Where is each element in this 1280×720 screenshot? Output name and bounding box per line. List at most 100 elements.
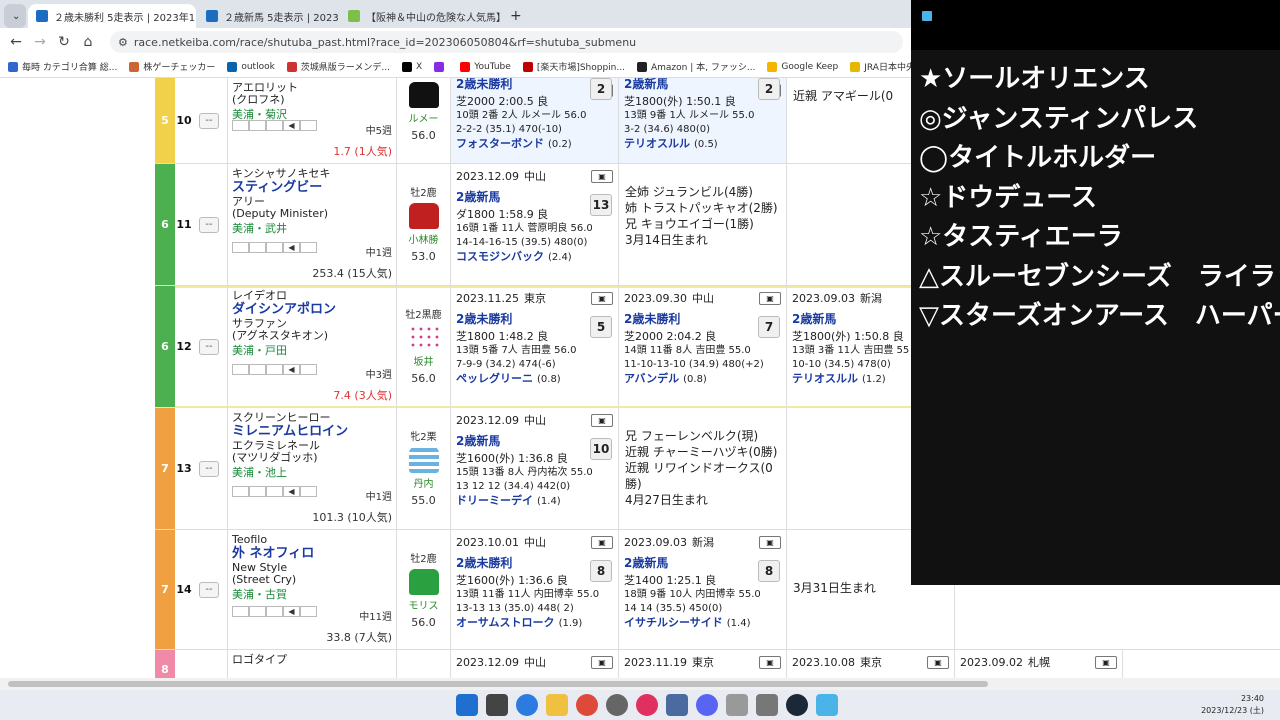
video-icon[interactable]: ▣	[1094, 656, 1117, 669]
bookmark-label: Google Keep	[781, 61, 839, 72]
race-venue: 新潟	[691, 536, 714, 549]
pick-line: ◎ジャンスティンパレス	[919, 103, 1199, 134]
chrome-icon[interactable]	[576, 694, 598, 716]
bookmark-item[interactable]: X	[402, 61, 422, 72]
bookmark-item[interactable]	[434, 61, 448, 72]
bookmark-item[interactable]: Google Keep	[767, 61, 839, 72]
reload-icon[interactable]: ↻	[52, 34, 76, 50]
tab-strip: ⌄ ２歳未勝利 5走表示 | 2023年1✕ ２歳新馬 5走表示 | 2023年…	[0, 0, 911, 28]
jockey-cell: 牡2鹿 モリス 56.0	[397, 530, 451, 649]
winner-name[interactable]: テリオスルル	[624, 137, 690, 150]
netkeiba-favicon	[206, 10, 218, 22]
winner-name[interactable]: オーサムストローク	[456, 616, 555, 629]
jockey-name[interactable]: モリス	[397, 597, 450, 612]
video-icon[interactable]: ▣	[758, 536, 781, 549]
horse-name-link[interactable]: ミレニアムヒロイン	[232, 424, 392, 440]
jockey-name[interactable]: 丹内	[397, 475, 450, 490]
bookmark-item[interactable]: JRA日本中央競馬会	[850, 60, 911, 73]
tab-2[interactable]: ２歳新馬 5走表示 | 2023年1✕	[198, 4, 338, 28]
notepad-icon[interactable]	[726, 694, 748, 716]
video-icon[interactable]: ▣	[590, 170, 613, 183]
winner-name[interactable]: テリオスルル	[792, 372, 858, 385]
back-icon[interactable]: ←	[4, 34, 28, 50]
url-input[interactable]: ⚙ race.netkeiba.com/race/shutuba_past.htm…	[110, 31, 903, 53]
prediction-mark-select[interactable]: --	[199, 461, 219, 477]
winner-name[interactable]: アバンデル	[624, 372, 679, 385]
prediction-mark-select[interactable]: --	[199, 217, 219, 233]
tab-search-button[interactable]: ⌄	[4, 4, 26, 28]
race-date: 2023.12.09	[456, 656, 519, 669]
trainer-name[interactable]: 美浦・池上	[232, 464, 392, 480]
winner-name[interactable]: コスモジンバック	[456, 250, 544, 263]
dam-name: サラファン (アグネスタキオン)	[232, 317, 329, 342]
video-icon[interactable]: ▣	[590, 414, 613, 427]
home-icon[interactable]: ⌂	[76, 34, 100, 50]
start-icon[interactable]	[456, 694, 478, 716]
race-header: 2023.10.01 中山 ▣	[456, 536, 613, 550]
burden-weight: 53.0	[411, 250, 436, 263]
close-icon[interactable]: ✕	[195, 11, 196, 22]
bookmark-item[interactable]: 毎時 カテゴリ合算 総...	[8, 60, 117, 73]
bookmark-item[interactable]: outlook	[227, 61, 275, 72]
jockey-silk-icon	[408, 569, 439, 595]
new-tab-button[interactable]: +	[502, 4, 526, 28]
app-icon-2[interactable]	[756, 694, 778, 716]
video-icon[interactable]: ▣	[590, 656, 613, 669]
bookmark-item[interactable]: 株ゲーチェッカー	[129, 60, 215, 73]
winner-margin: (0.8)	[683, 374, 707, 385]
race-passing-info: 3-2 (34.6) 480(0)	[624, 124, 711, 135]
race-entry-info: 16頭 1番 11人 菅原明良 56.0	[456, 223, 593, 234]
scrollbar-thumb[interactable]	[8, 681, 988, 687]
horse-number: 10	[176, 114, 192, 127]
trainer-name[interactable]: 美浦・戸田	[232, 342, 392, 358]
winner-name[interactable]: ドリーミーデイ	[456, 494, 533, 507]
prediction-mark-select[interactable]: --	[199, 113, 219, 129]
discord-icon[interactable]	[696, 694, 718, 716]
bookmark-item[interactable]: YouTube	[460, 61, 511, 72]
weight-box	[232, 242, 249, 253]
video-icon[interactable]: ▣	[758, 292, 781, 305]
horse-name-link[interactable]: スティングビー	[232, 180, 392, 196]
steam-icon[interactable]	[786, 694, 808, 716]
horse-name-link[interactable]: 外 ネオフィロ	[232, 546, 392, 562]
jockey-name[interactable]: ルメー	[397, 110, 450, 125]
chat-icon[interactable]	[666, 694, 688, 716]
horse-name-link[interactable]: ダイシンアポロン	[232, 302, 392, 318]
media-player-icon[interactable]	[516, 694, 538, 716]
prediction-mark-select[interactable]: --	[199, 339, 219, 355]
trainer-name[interactable]: 美浦・武井	[232, 220, 392, 236]
winner-name[interactable]: ペッレグリーニ	[456, 372, 533, 385]
video-icon[interactable]: ▣	[758, 656, 781, 669]
winner-name[interactable]: イサチルシーサイド	[624, 616, 723, 629]
tab-3[interactable]: 【阪神＆中山の危険な人気馬】3✕	[340, 4, 500, 28]
obs-icon[interactable]	[606, 694, 628, 716]
winner-name[interactable]: フォスターボンド	[456, 137, 544, 150]
video-icon[interactable]: ▣	[590, 292, 613, 305]
trainer-name[interactable]: 美浦・古賀	[232, 586, 392, 602]
explorer-icon[interactable]	[546, 694, 568, 716]
race-venue: 東京	[523, 292, 546, 305]
prediction-mark-select[interactable]: --	[199, 582, 219, 598]
bookmark-label: JRA日本中央競馬会	[864, 63, 911, 73]
memo-icon[interactable]	[816, 694, 838, 716]
app-icon[interactable]	[636, 694, 658, 716]
bookmark-item[interactable]: 茨城県版ラーメンデ...	[286, 60, 390, 73]
tab-1[interactable]: ２歳未勝利 5走表示 | 2023年1✕	[28, 4, 196, 28]
site-info-icon[interactable]: ⚙	[118, 36, 128, 49]
horizontal-scrollbar[interactable]	[0, 678, 1280, 690]
forward-icon[interactable]: →	[28, 34, 52, 50]
jockey-name[interactable]: 坂井	[397, 353, 450, 368]
video-icon[interactable]: ▣	[590, 536, 613, 549]
clock[interactable]: 23:40 2023/12/23 (土)	[1201, 693, 1264, 717]
bookmark-item[interactable]: [楽天市場]Shoppin...	[522, 60, 625, 73]
race-date: 2023.10.08	[792, 656, 855, 669]
horse-info-cell: スクリーンヒーロー ミレニアムヒロイン エクラミレネール (マツリダゴッホ) 美浦・池…	[227, 408, 397, 529]
video-icon[interactable]: ▣	[926, 656, 949, 669]
race-date: 2023.12.09	[456, 414, 519, 427]
task-view-icon[interactable]	[486, 694, 508, 716]
jockey-name[interactable]: 小林勝	[397, 231, 450, 246]
horse-number	[175, 650, 193, 678]
bookmark-item[interactable]: Amazon | 本, ファッシ...	[636, 60, 755, 73]
horse-number: 11	[176, 218, 192, 231]
past-race-cell: 2023.12.09 中山 ▣	[451, 650, 619, 678]
